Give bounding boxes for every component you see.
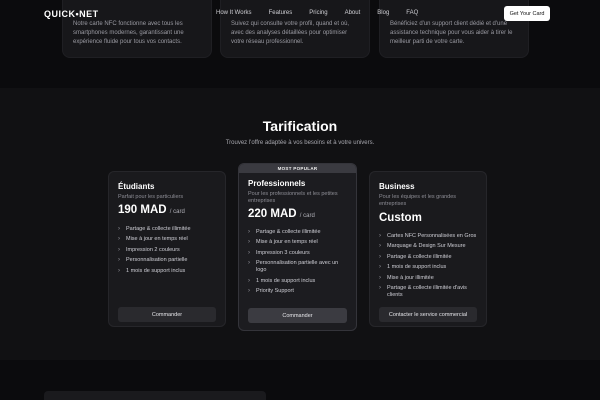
logo[interactable]: QUICK•NET <box>44 9 99 19</box>
plan-card-professionnels: MOST POPULAR Professionnels Pour les pro… <box>238 163 357 331</box>
nav-link-faq[interactable]: FAQ <box>406 10 418 16</box>
list-item: › Priority Support <box>248 287 294 294</box>
chevron-right-icon: › <box>379 253 381 260</box>
contact-sales-button[interactable]: Contacter le service commercial <box>379 307 477 322</box>
list-item: › Impression 2 couleurs <box>118 246 180 253</box>
chevron-right-icon: › <box>118 246 120 253</box>
plan-price: 190 MAD / card <box>118 204 185 216</box>
plan-name: Business <box>379 182 415 191</box>
plan-description: Pour les équipes et les grandes entrepri… <box>379 194 457 207</box>
list-item: › 1 mois de support inclus <box>118 267 186 274</box>
chevron-right-icon: › <box>379 243 381 250</box>
top-nav: QUICK•NET How It Works Features Pricing … <box>0 0 600 28</box>
list-item: › Partage & collecte illimitée d'avis cli… <box>379 284 467 298</box>
plan-name: Étudiants <box>118 182 155 191</box>
chevron-right-icon: › <box>248 260 250 267</box>
chevron-right-icon: › <box>118 236 120 243</box>
list-item: › Partage & collecte illimitée <box>248 229 321 235</box>
list-item: › Personnalisation partielle <box>118 257 188 264</box>
next-section-card <box>44 391 266 400</box>
plan-description: Pour les professionnels et les petites e… <box>248 191 338 204</box>
chevron-right-icon: › <box>248 239 250 246</box>
feature-list: › Cartes NFC Personnalisées en Gros › Marq… <box>379 233 477 302</box>
list-item: › 1 mois de support inclus <box>379 264 447 271</box>
list-item: › Marquage & Design Sur Mesure <box>379 243 466 250</box>
section-title: Tarification <box>262 118 338 134</box>
order-button[interactable]: Commander <box>248 308 347 323</box>
plan-price: 220 MAD / card <box>248 208 315 220</box>
chevron-right-icon: › <box>379 233 381 239</box>
feature-list: › Partage & collecte illimitée › Mise à jo… <box>118 226 216 278</box>
nav-link-features[interactable]: Features <box>269 10 293 16</box>
plan-price: Custom <box>379 212 422 224</box>
list-item: › Impression 3 couleurs <box>248 249 310 256</box>
chevron-right-icon: › <box>118 226 120 232</box>
get-your-card-button[interactable]: Get Your Card <box>504 6 550 21</box>
section-subtitle: Trouvez l'offre adaptée à vos besoins et… <box>225 140 375 146</box>
chevron-right-icon: › <box>248 249 250 256</box>
list-item: › Mise à jour en temps réel <box>248 239 318 246</box>
pricing-section: Tarification Trouvez l'offre adaptée à v… <box>0 88 600 360</box>
nav-link-pricing[interactable]: Pricing <box>309 10 327 16</box>
chevron-right-icon: › <box>379 264 381 271</box>
plan-name: Professionnels <box>248 179 306 188</box>
list-item: › Mise à jour illimitée <box>379 274 434 281</box>
chevron-right-icon: › <box>379 274 381 281</box>
nav-link-how-it-works[interactable]: How It Works <box>216 10 252 16</box>
list-item: › 1 mois de support inclus <box>248 277 316 284</box>
list-item: › Personnalisation partielle avec un logo <box>248 260 339 274</box>
nav-link-blog[interactable]: Blog <box>377 10 389 16</box>
chevron-right-icon: › <box>248 277 250 284</box>
list-item: › Partage & collecte illimitée <box>118 226 191 232</box>
chevron-right-icon: › <box>379 284 381 291</box>
most-popular-badge: MOST POPULAR <box>239 164 356 173</box>
list-item: › Partage & collecte illimitée <box>379 253 452 260</box>
list-item: › Cartes NFC Personnalisées en Gros <box>379 233 477 239</box>
order-button[interactable]: Commander <box>118 307 216 322</box>
plan-card-etudiants: Étudiants Parfait pour les particuliers … <box>108 171 226 327</box>
list-item: › Mise à jour en temps réel <box>118 236 188 243</box>
next-section <box>0 360 600 400</box>
plan-card-business: Business Pour les équipes et les grandes… <box>369 171 487 327</box>
chevron-right-icon: › <box>248 229 250 235</box>
feature-list: › Partage & collecte illimitée › Mise à jo… <box>248 229 347 298</box>
chevron-right-icon: › <box>118 257 120 264</box>
plan-description: Parfait pour les particuliers <box>118 194 184 200</box>
chevron-right-icon: › <box>118 267 120 274</box>
chevron-right-icon: › <box>248 287 250 294</box>
nav-link-about[interactable]: About <box>345 10 361 16</box>
nav-links: How It Works Features Pricing About Blog… <box>216 10 435 16</box>
